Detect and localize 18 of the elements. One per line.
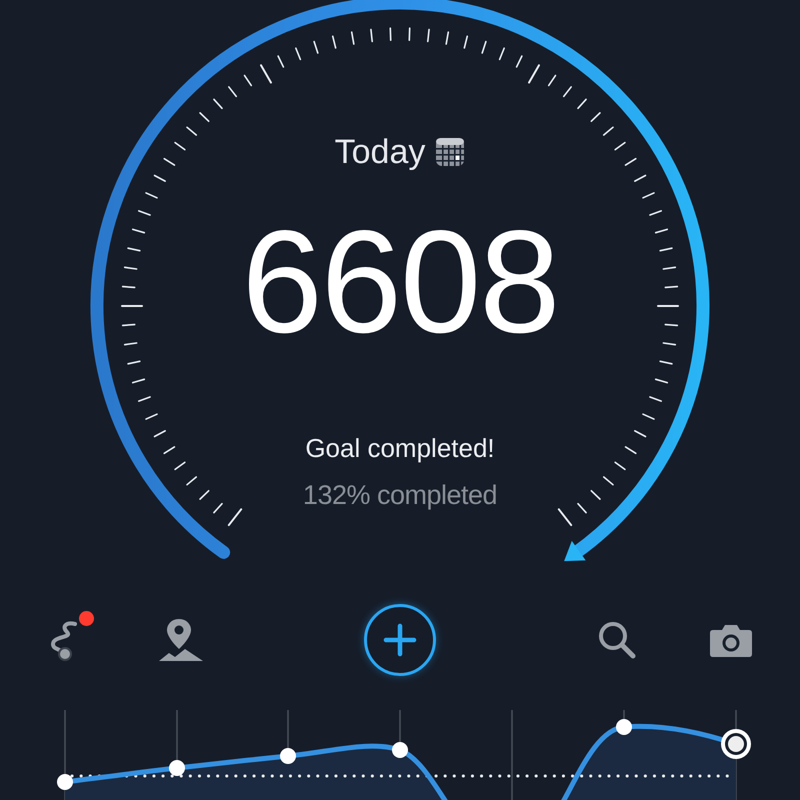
notification-dot	[79, 611, 94, 626]
data-point	[57, 774, 73, 790]
percent-completed: 132% completed	[302, 479, 498, 512]
calendar-icon[interactable]	[435, 137, 466, 167]
plus-icon	[383, 623, 417, 657]
date-label: Today	[334, 132, 426, 173]
step-count: 6608	[242, 207, 558, 357]
arrow-head	[564, 540, 586, 562]
data-point	[616, 719, 632, 735]
add-button[interactable]	[364, 604, 436, 676]
camera-icon	[709, 622, 753, 658]
data-point	[169, 760, 185, 776]
selected-point[interactable]	[721, 729, 751, 759]
goal-status: Goal completed!	[305, 432, 495, 464]
data-point	[392, 742, 408, 758]
map-pin-icon	[157, 617, 205, 663]
data-point	[280, 748, 296, 764]
search-icon	[597, 620, 637, 660]
